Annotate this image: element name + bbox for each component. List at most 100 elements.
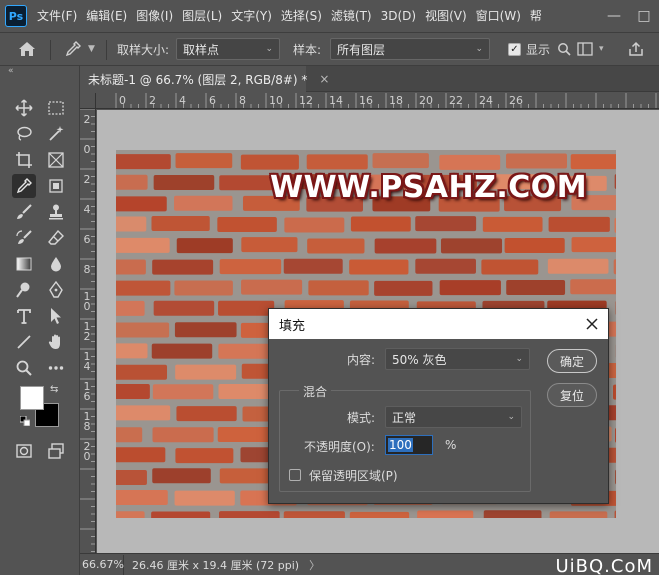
ruler-origin[interactable] (80, 93, 96, 109)
contents-label: 内容: (347, 353, 376, 367)
show-sampling-ring-label: 显示 (526, 42, 551, 57)
magic-wand-tool[interactable] (44, 122, 68, 146)
ruler-label: 16 (359, 94, 373, 107)
ruler-label: 10 (269, 94, 283, 107)
eyedropper-icon (16, 178, 32, 194)
crop-tool[interactable] (12, 148, 36, 172)
ruler-label: 0 (83, 143, 91, 156)
type-tool[interactable] (12, 304, 36, 328)
blending-legend: 混合 (299, 383, 332, 400)
ruler-label: 22 (449, 94, 463, 107)
foreground-color-swatch[interactable] (20, 386, 44, 410)
pen-tool[interactable] (44, 278, 68, 302)
menu-file[interactable]: 文件(F) (32, 0, 81, 32)
ok-button[interactable]: 确定 (547, 349, 597, 373)
horizontal-ruler[interactable]: 0 2 4 6 8 10 12 14 16 18 20 22 24 26 (96, 93, 659, 109)
close-icon[interactable]: × (319, 72, 329, 86)
status-bar: 66.67% 26.46 厘米 x 19.4 厘米 (72 ppi) 〉 UiB… (80, 553, 659, 575)
ruler-label: 0 (119, 94, 126, 107)
blur-tool[interactable] (44, 252, 68, 276)
mode-value: 正常 (392, 410, 417, 425)
marquee-tool[interactable] (44, 96, 68, 120)
quick-mask-button[interactable] (12, 439, 36, 463)
opacity-input[interactable]: 100 (385, 435, 433, 455)
eraser-icon (48, 229, 64, 245)
ruler-label: 1 8 (83, 410, 91, 433)
menu-select[interactable]: 选择(S) (276, 0, 326, 32)
hand-tool[interactable] (44, 330, 68, 354)
menu-view[interactable]: 视图(V) (420, 0, 471, 32)
gradient-tool[interactable] (12, 252, 36, 276)
frame-tool[interactable] (44, 148, 68, 172)
status-menu-arrow-icon[interactable]: 〉 (309, 557, 320, 573)
screen-mode-icon (48, 443, 64, 459)
chevron-down-icon: ▾ (599, 44, 604, 54)
vertical-ruler[interactable]: 2 0 2 4 6 8 1 0 1 2 1 4 1 6 1 8 2 0 (80, 109, 96, 553)
quick-mask-icon (16, 444, 32, 458)
swap-colors-icon[interactable]: ⇆ (50, 384, 58, 395)
share-button[interactable] (628, 33, 644, 65)
maximize-button[interactable]: □ (629, 0, 659, 32)
mode-select[interactable]: 正常 ⌄ (385, 406, 522, 428)
screen-mode-button[interactable] (44, 439, 68, 463)
brush-icon (17, 204, 32, 219)
eyedropper-tool[interactable] (12, 174, 36, 198)
minimize-button[interactable]: — (599, 0, 629, 32)
preserve-transparency-checkbox[interactable] (289, 469, 301, 481)
ruler-label: 2 (83, 113, 91, 126)
ruler-label: 1 2 (83, 320, 91, 343)
object-selection-tool[interactable] (44, 174, 68, 198)
menu-window[interactable]: 窗口(W) (471, 0, 525, 32)
menu-image[interactable]: 图像(I) (131, 0, 177, 32)
reset-button[interactable]: 复位 (547, 383, 597, 407)
ruler-label: 6 (83, 233, 91, 246)
path-selection-tool[interactable] (44, 304, 68, 328)
lasso-tool[interactable] (12, 122, 36, 146)
options-divider (50, 40, 51, 60)
dodge-tool[interactable] (12, 278, 36, 302)
line-tool[interactable] (12, 330, 36, 354)
dialog-close-button[interactable] (580, 312, 604, 336)
zoom-tool[interactable] (12, 356, 36, 380)
history-brush-tool[interactable] (12, 226, 36, 250)
default-colors-icon[interactable] (20, 416, 30, 426)
pen-icon (49, 281, 63, 298)
menu-3d[interactable]: 3D(D) (376, 0, 420, 32)
share-icon (629, 41, 643, 56)
menu-edit[interactable]: 编辑(E) (81, 0, 131, 32)
tool-preset-picker[interactable]: ▼ (64, 33, 95, 65)
stamp-tool[interactable] (44, 200, 68, 224)
menu-type[interactable]: 文字(Y) (226, 0, 276, 32)
sample-label: 样本: (293, 42, 322, 57)
document-tab[interactable]: 未标题-1 @ 66.7% (图层 2, RGB/8#) * × (80, 66, 329, 92)
sample-layers-select[interactable]: 所有图层 ⌄ (330, 38, 490, 60)
workspace-icon (577, 42, 593, 56)
sample-size-select[interactable]: 取样点 ⌄ (176, 38, 280, 60)
opacity-unit: % (445, 438, 457, 452)
chevron-down-icon: ▼ (88, 44, 95, 54)
contents-select[interactable]: 50% 灰色 ⌄ (385, 348, 530, 370)
dialog-titlebar[interactable]: 填充 (269, 309, 608, 339)
home-button[interactable] (18, 33, 36, 65)
magic-wand-icon (49, 126, 64, 141)
brush-tool[interactable] (12, 200, 36, 224)
clone-stamp-icon (49, 204, 63, 220)
workspace-button[interactable]: ▾ (577, 33, 604, 65)
search-button[interactable] (557, 33, 571, 65)
more-tools[interactable] (44, 356, 68, 380)
ruler-label: 6 (209, 94, 216, 107)
mode-label: 模式: (347, 411, 376, 425)
eraser-tool[interactable] (44, 226, 68, 250)
menu-layer[interactable]: 图层(L) (177, 0, 226, 32)
menu-help[interactable]: 帮 (525, 0, 546, 32)
show-sampling-ring-checkbox[interactable]: ✓ 显示 (508, 33, 550, 65)
menu-filter[interactable]: 滤镜(T) (326, 0, 376, 32)
collapse-panel-icon[interactable]: « (8, 66, 72, 80)
zoom-level-field[interactable]: 66.67% (80, 554, 124, 575)
document-info: 26.46 厘米 x 19.4 厘米 (72 ppi) (132, 558, 300, 572)
crop-icon (16, 152, 32, 168)
move-tool[interactable] (12, 96, 36, 120)
ruler-label: 1 6 (83, 380, 91, 403)
ruler-label: 8 (83, 263, 91, 276)
document-tab-title: 未标题-1 @ 66.7% (图层 2, RGB/8#) * (88, 72, 308, 87)
